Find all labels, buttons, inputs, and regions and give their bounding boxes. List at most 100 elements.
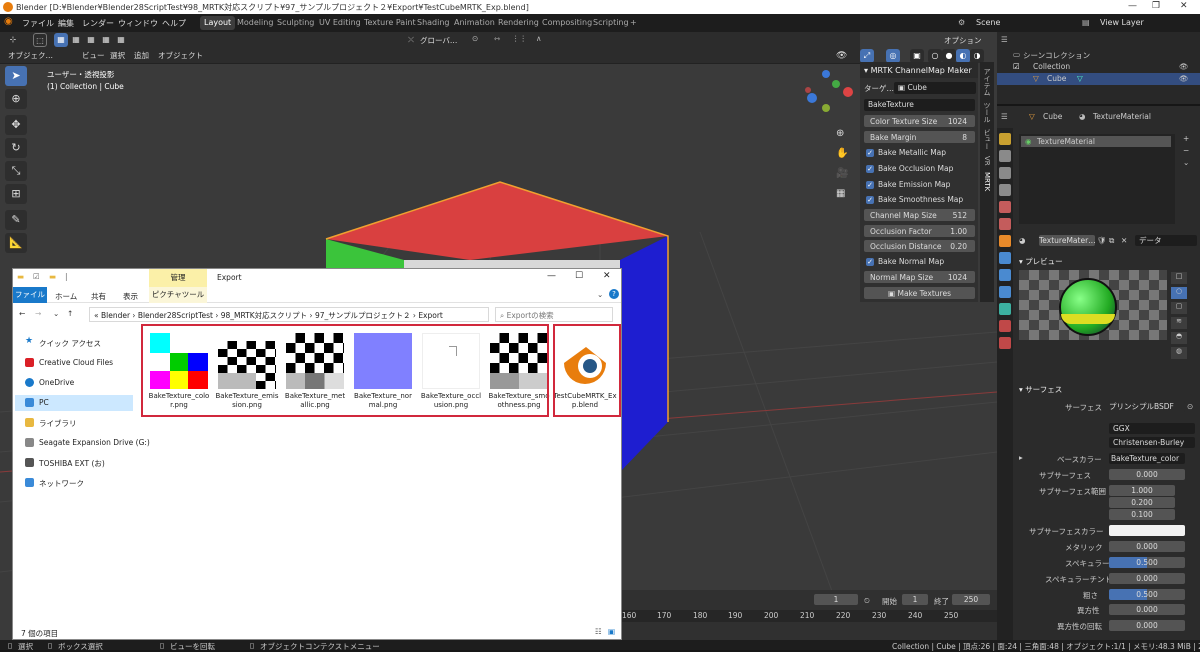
select-invert-icon[interactable]: ▦: [99, 33, 113, 47]
zoom-icon[interactable]: ⊕: [836, 124, 850, 144]
ribbon-tab-share[interactable]: 共有: [91, 291, 106, 302]
cursor-tool-icon[interactable]: ⊕: [5, 89, 27, 109]
proportional-edit-icon[interactable]: ∧: [536, 34, 542, 46]
breadcrumb-overflow[interactable]: «: [94, 311, 101, 320]
tab-sculpting[interactable]: Sculpting: [273, 16, 318, 30]
snap-icon[interactable]: ⇿: [494, 34, 500, 46]
menu-edit[interactable]: 編集: [58, 18, 74, 29]
modifier-tab-icon[interactable]: [999, 252, 1011, 264]
nav-onedrive[interactable]: OneDrive: [15, 375, 133, 391]
explorer-close-button[interactable]: ✕: [603, 271, 611, 281]
scene-tab-icon[interactable]: [999, 201, 1011, 213]
recent-dropdown[interactable]: ⌄: [53, 309, 59, 318]
menu-render[interactable]: レンダー: [82, 18, 114, 29]
tool-tab-icon[interactable]: [999, 133, 1011, 145]
select-subtract-icon[interactable]: ▦: [84, 33, 98, 47]
bake-occlusion-checkbox[interactable]: ✓ Bake Occlusion Map: [864, 163, 975, 175]
add-slot-button[interactable]: +: [1183, 134, 1189, 143]
search-input[interactable]: ⌕ Exportの検索: [495, 307, 613, 322]
breadcrumb-item[interactable]: Blender: [101, 311, 130, 320]
ribbon-tab-file[interactable]: ファイル: [13, 287, 47, 303]
duplicate-icon[interactable]: ⧉: [1109, 236, 1114, 246]
data-tab-icon[interactable]: [999, 303, 1011, 315]
normal-map-size-field[interactable]: Normal Map Size 1024: [864, 271, 975, 283]
select-box-icon[interactable]: ▦: [54, 33, 68, 47]
make-textures-button[interactable]: ▣ Make Textures: [864, 287, 975, 299]
menu-object[interactable]: オブジェクト: [158, 50, 203, 62]
bake-emission-checkbox[interactable]: ✓ Bake Emission Map: [864, 179, 975, 191]
help-icon[interactable]: ?: [609, 289, 619, 299]
back-button[interactable]: ←: [19, 309, 25, 318]
channel-map-size-field[interactable]: Channel Map Size 512: [864, 209, 975, 221]
select-intersect-icon[interactable]: ▦: [114, 33, 128, 47]
annotate-tool-icon[interactable]: ✎: [5, 210, 27, 230]
nav-creative-cloud[interactable]: Creative Cloud Files: [15, 355, 133, 371]
menu-window[interactable]: ウィンドウ: [118, 18, 158, 29]
preview-shaderball-icon[interactable]: ◓: [1171, 332, 1187, 344]
panel-title[interactable]: ▾ MRTK ChannelMap Maker: [860, 62, 978, 78]
transform-tool-icon[interactable]: ⊞: [5, 184, 27, 204]
shading-rendered-icon[interactable]: ◑: [970, 49, 984, 63]
occlusion-distance-field[interactable]: Occlusion Distance 0.20: [864, 240, 975, 252]
grid-view-icon[interactable]: ▦: [836, 184, 850, 204]
tab-tool[interactable]: ツール: [982, 102, 992, 123]
manage-tab[interactable]: 管理: [149, 269, 207, 287]
remove-slot-button[interactable]: −: [1183, 146, 1189, 155]
preview-fluid-icon[interactable]: ◍: [1171, 347, 1187, 359]
preview-header[interactable]: ▾ プレビュー: [1019, 256, 1063, 267]
material-tab-icon[interactable]: [999, 320, 1011, 332]
breadcrumb-item[interactable]: 98_MRTK対応スクリプト: [221, 311, 307, 320]
texture-tab-icon[interactable]: [999, 337, 1011, 349]
surface-shader-dropdown[interactable]: プリンシプルBSDF: [1109, 401, 1185, 412]
anisotropic-rotation-field[interactable]: 0.000: [1109, 620, 1185, 631]
tab-vr[interactable]: VR: [983, 156, 991, 166]
texture-name-field[interactable]: BakeTexture: [864, 99, 975, 111]
blender-menu-icon[interactable]: ◉: [4, 16, 13, 27]
subsurface-radius-x-field[interactable]: 1.000: [1109, 485, 1175, 496]
object-mode-dropdown[interactable]: オブジェク…: [8, 50, 53, 62]
add-workspace-button[interactable]: +: [626, 16, 641, 30]
tab-texture-paint[interactable]: Texture Paint: [360, 16, 420, 30]
subsurface-field[interactable]: 0.000: [1109, 469, 1185, 480]
ribbon-tab-view[interactable]: 表示: [123, 291, 138, 302]
anisotropic-field[interactable]: 0.000: [1109, 604, 1185, 615]
preview-cube-icon[interactable]: ▢: [1171, 302, 1187, 314]
unlink-icon[interactable]: ✕: [1121, 236, 1127, 245]
tab-item[interactable]: アイテム: [982, 68, 992, 96]
menu-add[interactable]: 追加: [134, 50, 149, 62]
tab-modeling[interactable]: Modeling: [233, 16, 277, 30]
slot-menu-button[interactable]: ⌄: [1183, 158, 1189, 167]
move-tool-icon[interactable]: ✥: [5, 115, 27, 135]
breadcrumb-item[interactable]: Blender28ScriptTest: [138, 311, 213, 320]
particles-tab-icon[interactable]: [999, 269, 1011, 281]
explorer-minimize-button[interactable]: —: [547, 271, 556, 281]
snap-target-icon[interactable]: ⋮⋮: [512, 34, 527, 46]
select-extend-icon[interactable]: ▦: [69, 33, 83, 47]
collection-label[interactable]: Collection: [1033, 62, 1070, 71]
collection-visibility-icon[interactable]: 👁: [1179, 62, 1189, 71]
breadcrumb-item[interactable]: Export: [418, 311, 443, 320]
details-view-icon[interactable]: ☷: [595, 627, 602, 636]
up-button[interactable]: ↑: [67, 309, 73, 318]
pan-icon[interactable]: ✋: [836, 144, 850, 164]
tab-shading[interactable]: Shading: [413, 16, 454, 30]
menu-view[interactable]: ビュー: [82, 50, 105, 62]
view-layer-selector[interactable]: View Layer: [1100, 18, 1144, 27]
fake-user-icon[interactable]: 🛡: [1097, 236, 1107, 245]
collection-checkbox[interactable]: ☑: [1013, 62, 1020, 71]
tab-layout[interactable]: Layout: [200, 16, 236, 30]
preview-sphere-icon[interactable]: ○: [1171, 287, 1187, 299]
render-tab-icon[interactable]: [999, 150, 1011, 162]
properties-type-icon[interactable]: ☰: [1001, 112, 1008, 121]
scale-tool-icon[interactable]: ⤡: [5, 161, 27, 181]
editor-type-icon[interactable]: ⊹: [6, 33, 20, 47]
menu-help[interactable]: ヘルプ: [162, 18, 186, 29]
minimize-button[interactable]: —: [1128, 1, 1137, 11]
material-browse-icon[interactable]: ◕: [1019, 236, 1026, 245]
world-tab-icon[interactable]: [999, 218, 1011, 230]
timeline[interactable]: 1 ⏲ 開始 1 終了 250 160 170 180 190 200 210 …: [620, 590, 997, 640]
expand-arrow-icon[interactable]: ▸: [1019, 453, 1023, 462]
scene-selector[interactable]: Scene: [976, 18, 1000, 27]
view-layer-tab-icon[interactable]: [999, 184, 1011, 196]
ribbon-tab-picture-tools[interactable]: ピクチャツール: [149, 287, 207, 303]
